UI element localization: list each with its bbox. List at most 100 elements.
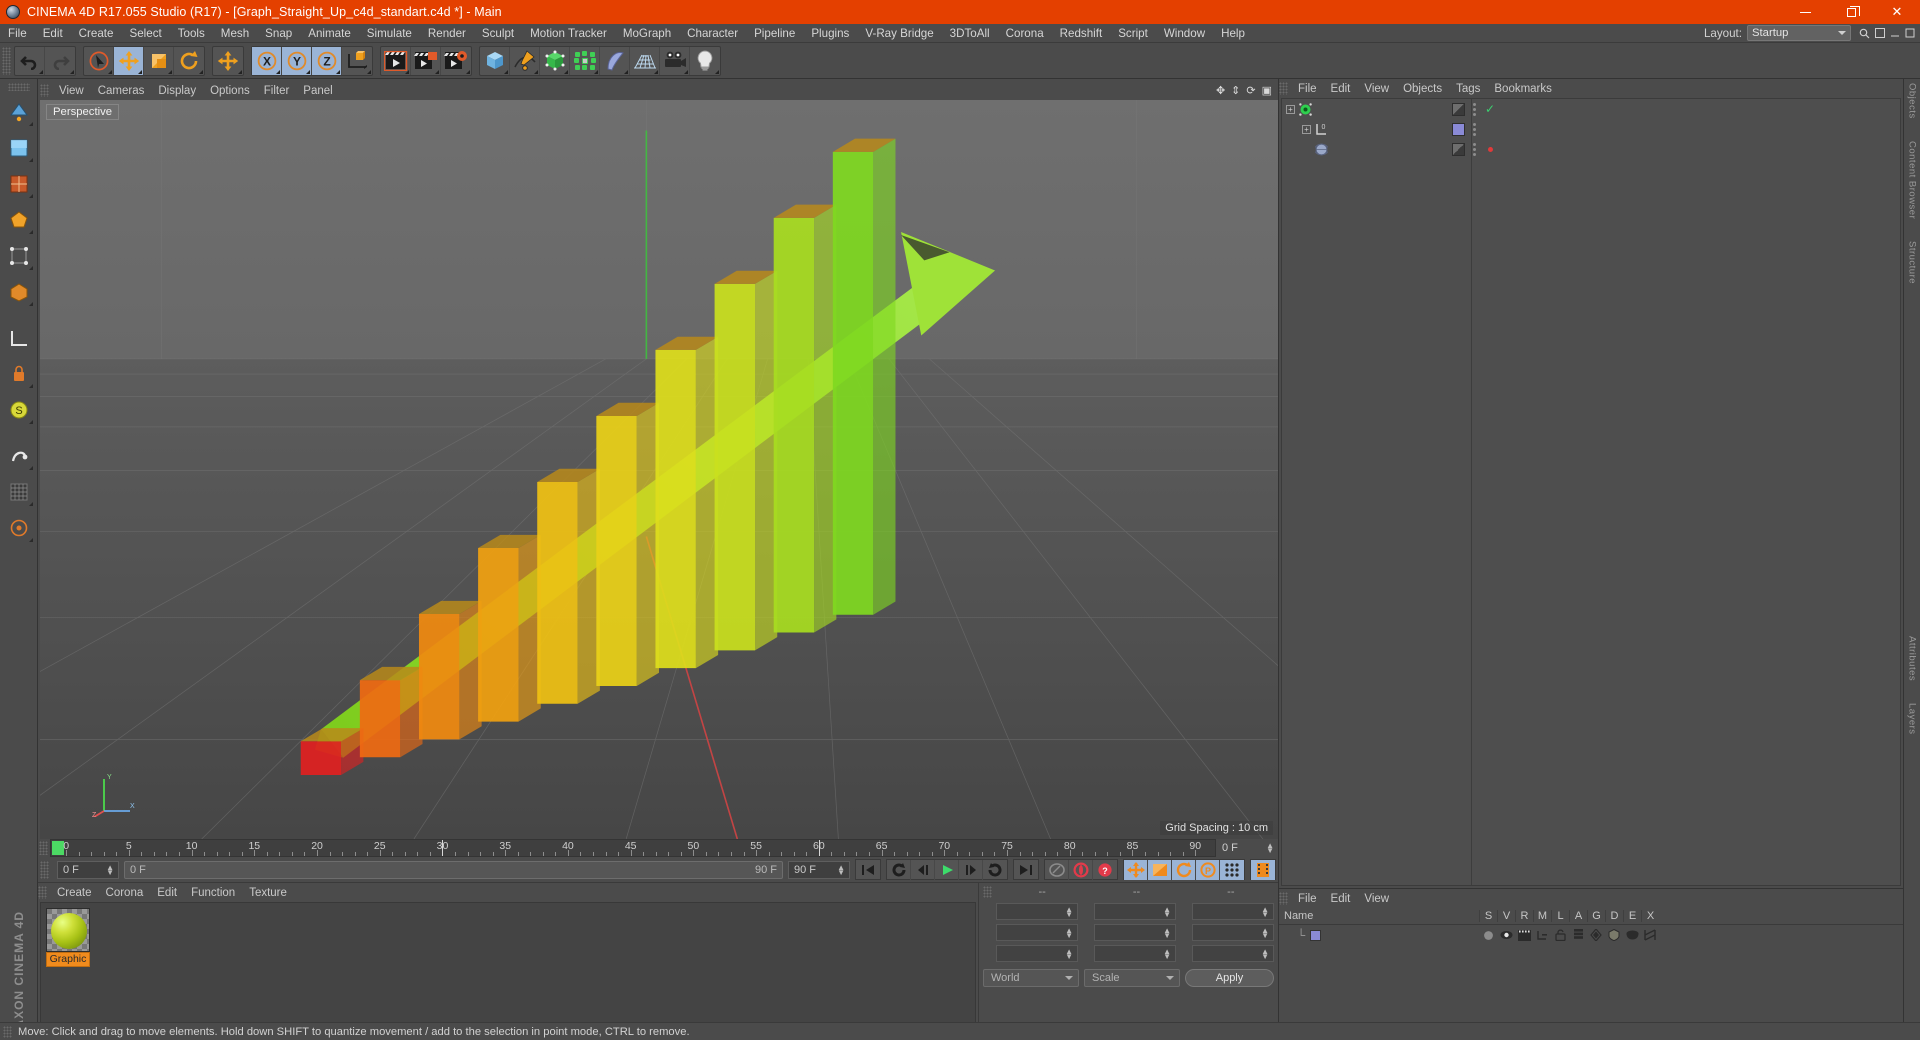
rotate-tool-button[interactable] [174,47,204,75]
timeline-strip-icon[interactable] [1251,859,1275,880]
attr-col-l[interactable]: L [1551,910,1569,922]
add-primitive-button[interactable] [480,46,510,75]
viewport-menu-filter[interactable]: Filter [257,85,297,97]
menu-item-plugins[interactable]: Plugins [803,24,857,43]
sphere-grey-icon[interactable] [1479,930,1497,941]
lock-y-button[interactable]: Y [282,46,312,75]
timeline-ruler[interactable]: 051015202530354045505560657075808590 [50,839,1216,857]
scale-tool-button[interactable] [144,46,174,75]
lock-open-icon[interactable] [1551,929,1569,941]
attr-col-e[interactable]: E [1623,910,1641,922]
attribute-grip-icon[interactable] [1279,892,1288,905]
attrmgr-menu-edit[interactable]: Edit [1324,893,1358,905]
loop-icon[interactable] [983,860,1007,880]
menu-item-sculpt[interactable]: Sculpt [474,24,522,43]
menu-item-help[interactable]: Help [1213,24,1253,43]
step-back-icon[interactable] [911,859,935,880]
attrmgr-menu-view[interactable]: View [1357,893,1396,905]
menu-item-animate[interactable]: Animate [300,24,359,43]
menu-item-render[interactable]: Render [420,24,474,43]
material-grip-icon[interactable] [38,886,47,899]
window-restore-icon[interactable] [1873,26,1886,40]
coord-rotation-field[interactable]: ▲ ▼ [1192,924,1274,941]
spinner-icon[interactable]: ▲ ▼ [837,863,845,876]
layer-icon[interactable] [1569,929,1587,941]
bone-icon[interactable] [1641,929,1659,941]
viewport-grip-icon[interactable] [40,84,49,97]
expand-toggle-icon[interactable]: + [1302,124,1311,134]
position-key-icon[interactable] [1124,859,1148,880]
menu-item-redshift[interactable]: Redshift [1052,24,1111,43]
attr-col-d[interactable]: D [1605,910,1623,922]
attr-col-s[interactable]: S [1479,910,1497,922]
tab-objects[interactable]: Objects [1907,83,1918,119]
objectmgr-menu-bookmarks[interactable]: Bookmarks [1487,83,1559,95]
menu-item-mograph[interactable]: MoGraph [615,24,679,43]
spinner-icon[interactable]: ▲ ▼ [1261,947,1269,960]
model-mode-icon[interactable] [3,131,35,165]
object-tag-icon[interactable] [1451,142,1465,156]
viewport-menu-display[interactable]: Display [151,85,203,97]
axis-lock-icon[interactable] [3,357,35,391]
menu-item-script[interactable]: Script [1110,24,1156,43]
toolbar-grip-icon[interactable] [2,46,11,75]
viewport-menu-view[interactable]: View [52,85,91,97]
spinner-icon[interactable]: ▲ ▼ [1261,926,1269,939]
status-grip-icon[interactable] [3,1025,12,1038]
timeline-grip-icon[interactable] [39,841,48,855]
menu-item-create[interactable]: Create [71,24,122,43]
rotation-key-icon[interactable] [1172,859,1196,880]
viewport-menu-panel[interactable]: Panel [296,85,339,97]
tab-content-browser[interactable]: Content Browser [1907,141,1918,219]
objectmgr-menu-objects[interactable]: Objects [1396,83,1449,95]
menu-item-pipeline[interactable]: Pipeline [746,24,803,43]
document-end-field[interactable]: 90 F ▲ ▼ [788,860,850,879]
menu-item-edit[interactable]: Edit [35,24,71,43]
left-rail-grip-icon[interactable] [7,83,30,91]
viewport-menu-cameras[interactable]: Cameras [91,85,152,97]
close-icon[interactable]: ✕ [1874,0,1920,24]
tag-dots-icon[interactable] [1469,142,1479,156]
viewport-menu-options[interactable]: Options [203,85,257,97]
coord-position-field[interactable]: ▲ ▼ [996,945,1078,962]
snap-magnet-icon[interactable]: S [3,393,35,427]
loop-reverse-icon[interactable] [887,859,911,880]
scale-key-icon[interactable] [1148,859,1172,880]
render-clapper-icon[interactable] [1515,929,1533,941]
spinner-icon[interactable]: ▲ ▼ [1163,905,1171,918]
redo-button[interactable] [45,47,75,75]
spinner-icon[interactable]: ▲ ▼ [1266,842,1274,855]
undo-button[interactable] [15,46,45,75]
coord-rotation-field[interactable]: ▲ ▼ [1192,945,1274,962]
attr-col-m[interactable]: M [1533,910,1551,922]
maximize-view-icon[interactable]: ▣ [1262,84,1272,97]
render-settings-button[interactable] [441,47,471,75]
shield-icon[interactable] [1605,929,1623,941]
transport-grip-icon[interactable] [40,860,49,879]
cap-icon[interactable] [1623,930,1641,940]
objectmgr-menu-edit[interactable]: Edit [1324,83,1358,95]
add-deformer-button[interactable] [570,46,600,75]
menu-item-window[interactable]: Window [1156,24,1213,43]
coord-rotation-field[interactable]: ▲ ▼ [1192,903,1274,920]
add-generator-button[interactable] [540,46,570,75]
zoom-icon[interactable]: ⇕ [1231,84,1240,97]
object-manager-grip-icon[interactable] [1279,82,1288,95]
render-to-picture-button[interactable] [411,46,441,75]
window-maximize-icon[interactable] [1903,26,1916,40]
current-frame-field[interactable]: 0 F ▲ ▼ [57,860,119,879]
attr-col-x[interactable]: X [1641,910,1659,922]
material-list[interactable]: Graphic [40,902,976,1038]
material-tag-icon[interactable] [1451,122,1465,136]
add-camera-button[interactable] [660,46,690,75]
attrmgr-menu-file[interactable]: File [1291,893,1324,905]
menu-item-motion-tracker[interactable]: Motion Tracker [522,24,615,43]
menu-item-file[interactable]: File [0,24,35,43]
polygon-mode-icon[interactable] [3,203,35,237]
lock-z-button[interactable]: Z [312,46,342,75]
timeline-playhead[interactable] [442,840,444,856]
window-minimize-icon[interactable] [1888,26,1901,40]
add-light-button[interactable] [690,47,720,75]
visibility-eye-icon[interactable] [1497,930,1515,940]
tab-attributes[interactable]: Attributes [1907,636,1918,681]
